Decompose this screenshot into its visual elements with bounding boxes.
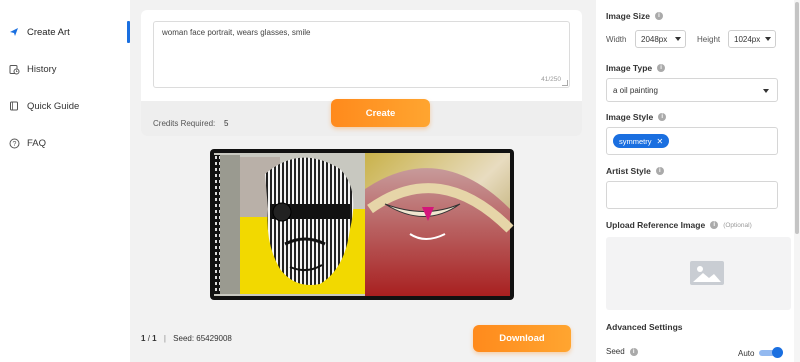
sidebar-item-label: Quick Guide bbox=[27, 100, 80, 112]
image-style-label: Image Style bbox=[606, 112, 654, 122]
sidebar-item-label: History bbox=[27, 63, 57, 75]
info-icon[interactable]: i bbox=[657, 64, 666, 72]
create-button[interactable]: Create bbox=[331, 99, 430, 127]
upload-reference-title: Upload Reference Image i (Optional) bbox=[606, 220, 752, 230]
width-select[interactable]: 2048px bbox=[635, 30, 686, 48]
close-icon[interactable]: ✕ bbox=[657, 137, 664, 146]
resize-handle-icon[interactable] bbox=[562, 80, 568, 86]
upload-dropzone[interactable] bbox=[606, 237, 791, 310]
svg-text:?: ? bbox=[12, 141, 16, 148]
prompt-character-counter: 41/250 bbox=[541, 76, 561, 83]
artist-style-title: Artist Style i bbox=[606, 166, 664, 176]
image-size-label: Image Size bbox=[606, 11, 650, 21]
seed-readout: Seed: 65429008 bbox=[173, 334, 232, 343]
info-icon[interactable]: i bbox=[655, 167, 664, 175]
width-value: 2048px bbox=[641, 34, 668, 44]
toggle-knob bbox=[772, 347, 783, 358]
settings-panel: Image Size i Width 2048px Height 1024px … bbox=[596, 0, 800, 362]
page-current: 1 bbox=[141, 334, 146, 343]
chevron-down-icon bbox=[675, 37, 681, 41]
sidebar-item-quick-guide[interactable]: Quick Guide bbox=[0, 95, 130, 117]
style-chip: symmetry ✕ bbox=[613, 134, 670, 148]
sidebar-item-history[interactable]: History bbox=[0, 58, 130, 80]
sidebar-item-label: Create Art bbox=[27, 26, 70, 38]
prompt-textarea[interactable]: woman face portrait, wears glasses, smil… bbox=[153, 21, 570, 88]
upload-reference-label: Upload Reference Image bbox=[606, 220, 706, 230]
auto-label: Auto bbox=[738, 349, 755, 358]
image-placeholder-icon bbox=[690, 261, 724, 285]
info-icon[interactable]: i bbox=[658, 113, 667, 121]
pagination: 1 / 1 | Seed: 65429008 bbox=[141, 334, 232, 343]
style-chip-label: symmetry bbox=[619, 136, 652, 146]
info-icon[interactable]: i bbox=[629, 347, 638, 356]
image-type-label: Image Type bbox=[606, 63, 653, 73]
image-style-title: Image Style i bbox=[606, 112, 667, 122]
page-slash: / bbox=[147, 334, 150, 343]
image-size-title: Image Size i bbox=[606, 11, 663, 21]
sidebar: Create Art History Quick Guide ? FAQ bbox=[0, 0, 130, 362]
advanced-settings-title[interactable]: Advanced Settings bbox=[606, 322, 683, 332]
help-circle-icon: ? bbox=[8, 137, 20, 149]
pager-separator: | bbox=[163, 334, 166, 343]
seed-label: Seed bbox=[606, 347, 625, 356]
height-label: Height bbox=[697, 35, 721, 44]
sidebar-item-create-art[interactable]: Create Art bbox=[0, 21, 130, 43]
credits-required-label: Credits Required: bbox=[153, 119, 216, 128]
history-icon bbox=[8, 63, 20, 75]
scrollbar-thumb[interactable] bbox=[795, 2, 799, 234]
chevron-down-icon bbox=[765, 37, 771, 41]
seed-row: Seed i bbox=[606, 347, 638, 356]
paper-plane-icon bbox=[8, 26, 20, 38]
artist-style-label: Artist Style bbox=[606, 166, 651, 176]
image-type-value: a oil painting bbox=[613, 85, 658, 95]
image-type-select[interactable]: a oil painting bbox=[606, 78, 778, 102]
generated-artwork-image bbox=[214, 153, 514, 296]
optional-label: (Optional) bbox=[723, 221, 752, 229]
sidebar-item-label: FAQ bbox=[27, 137, 47, 149]
info-icon[interactable]: i bbox=[710, 221, 719, 229]
chevron-down-icon bbox=[763, 89, 769, 93]
panel-scrollbar[interactable] bbox=[794, 0, 800, 362]
auto-seed-toggle[interactable] bbox=[759, 347, 783, 358]
image-style-field[interactable]: symmetry ✕ bbox=[606, 127, 778, 155]
sidebar-item-faq[interactable]: ? FAQ bbox=[0, 132, 130, 154]
width-label: Width bbox=[606, 35, 627, 44]
artist-style-input[interactable] bbox=[606, 181, 778, 209]
download-button[interactable]: Download bbox=[473, 325, 571, 352]
prompt-text: woman face portrait, wears glasses, smil… bbox=[162, 28, 311, 37]
credits-required-value: 5 bbox=[224, 119, 229, 128]
book-icon bbox=[8, 100, 20, 112]
image-type-title: Image Type i bbox=[606, 63, 666, 73]
height-select[interactable]: 1024px bbox=[728, 30, 776, 48]
page-total: 1 bbox=[152, 334, 157, 343]
generated-image[interactable] bbox=[210, 149, 514, 300]
height-value: 1024px bbox=[734, 34, 761, 44]
info-icon[interactable]: i bbox=[654, 12, 663, 20]
